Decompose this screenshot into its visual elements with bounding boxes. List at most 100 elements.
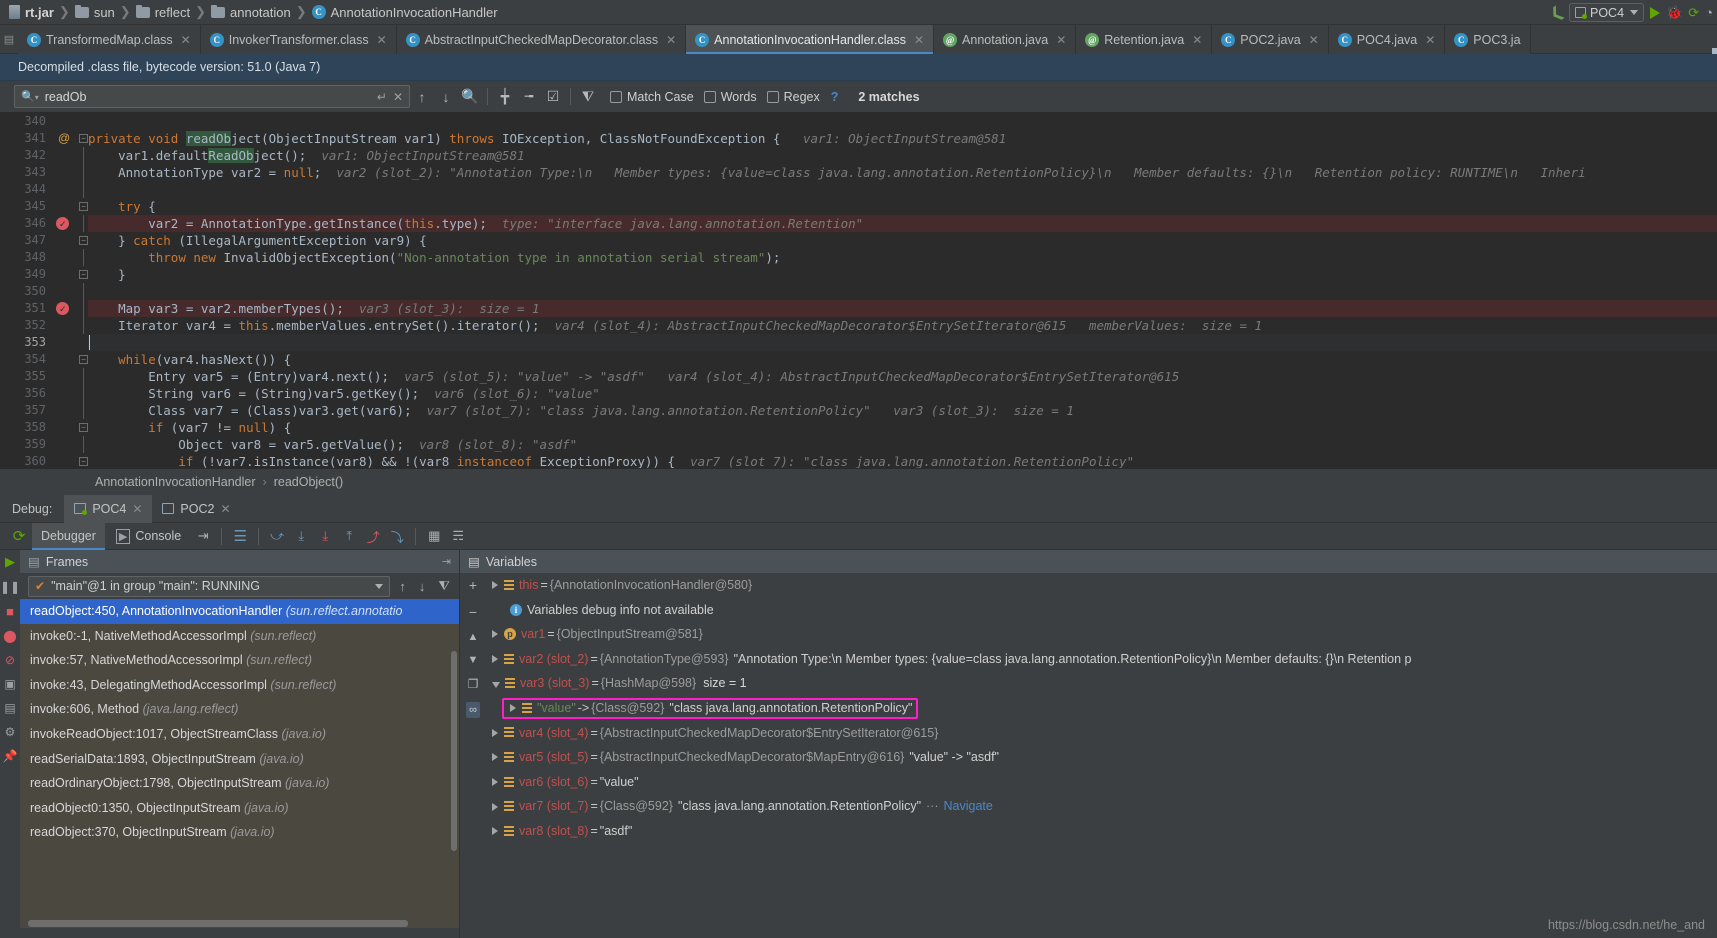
help-icon[interactable]: ? (831, 90, 839, 104)
variable-row-value-entry[interactable]: "value" -> {Class@592} "class java.lang.… (486, 696, 1717, 721)
settings-gear-icon[interactable]: ⚙ (5, 725, 16, 739)
words-checkbox[interactable] (703, 90, 716, 103)
evaluate-icon[interactable]: ▦ (423, 525, 445, 547)
remove-line-icon[interactable]: ╼ (517, 85, 541, 109)
fold-icon[interactable]: − (79, 423, 88, 432)
variable-row-var6[interactable]: var6 (slot_6) = "value" (486, 770, 1717, 795)
pin-tab-icon[interactable]: ⇥ (192, 525, 214, 547)
add-watch-icon[interactable]: + (469, 577, 477, 593)
match-case-checkbox[interactable] (610, 90, 622, 103)
pin-icon[interactable]: 📌 (3, 749, 18, 763)
variable-row-var7[interactable]: var7 (slot_7) = {Class@592} "class java.… (486, 794, 1717, 819)
run-configuration-selector[interactable]: POC4 (1569, 3, 1645, 22)
expand-arrow-icon[interactable] (510, 704, 516, 713)
rerun-icon[interactable]: ⟳ (8, 525, 30, 547)
debug-session-poc2[interactable]: POC2 ✕ (152, 495, 240, 523)
variable-row-this[interactable]: this = {AnnotationInvocationHandler@580} (486, 573, 1717, 598)
prev-match-icon[interactable]: ↑ (410, 85, 434, 109)
force-step-into-icon[interactable]: ⤓ (314, 525, 336, 547)
fold-icon[interactable]: − (79, 134, 88, 143)
breadcrumb-item-class[interactable]: C AnnotationInvocationHandler (309, 1, 501, 23)
regex-checkbox[interactable] (766, 90, 779, 103)
navigate-link[interactable]: Navigate (944, 794, 993, 819)
search-again-icon[interactable]: 🔍 (458, 85, 482, 109)
debug-icon[interactable]: 🐞 (1666, 5, 1682, 21)
clock-icon[interactable]: ◔ (1705, 6, 1713, 19)
variables-tree[interactable]: this = {AnnotationInvocationHandler@580}… (486, 573, 1717, 938)
select-all-occurrences-icon[interactable]: ☑ (541, 85, 565, 109)
move-up-icon[interactable]: ▲ (468, 631, 479, 643)
filter-icon[interactable]: ⧨ (434, 578, 454, 594)
breakpoint-icon[interactable] (56, 301, 69, 318)
enter-icon[interactable]: ↵ (377, 90, 387, 104)
close-icon[interactable]: ✕ (1056, 33, 1066, 47)
frame-up-icon[interactable]: ↑ (395, 579, 410, 594)
code-editor[interactable]: 340 341 @ − private void readObject(Obje… (0, 113, 1717, 468)
tab-annotation-java[interactable]: @ Annotation.java ✕ (934, 25, 1717, 54)
tab-poc4-java[interactable]: C POC4.java ✕ (1328, 25, 1446, 54)
breadcrumb-item-sun[interactable]: sun (72, 1, 118, 23)
watch-icon[interactable]: ∞ (466, 702, 480, 718)
frame-item[interactable]: readSerialData:1893, ObjectInputStream (… (20, 747, 459, 772)
tab-transformedmap[interactable]: C TransformedMap.class ✕ (18, 25, 1717, 54)
frame-down-icon[interactable]: ↓ (415, 579, 430, 594)
fold-icon[interactable]: − (79, 355, 88, 364)
run-to-cursor-icon[interactable]: ⤵ (386, 525, 408, 547)
close-icon[interactable]: ✕ (1425, 33, 1435, 47)
frame-item[interactable]: invokeReadObject:1017, ObjectStreamClass… (20, 722, 459, 747)
frame-item[interactable]: invoke:606, Method (java.lang.reflect) (20, 697, 459, 722)
frames-settings-icon[interactable]: ⇥ (442, 555, 451, 568)
breadcrumb-item-reflect[interactable]: reflect (133, 1, 193, 23)
variable-row-var2[interactable]: var2 (slot_2) = {AnnotationType@593} "An… (486, 647, 1717, 672)
step-out-icon[interactable]: ⤒ (338, 525, 360, 547)
mute-breakpoints-icon[interactable]: ⊘ (5, 653, 15, 667)
tab-console[interactable]: ▶ Console (107, 523, 190, 550)
tab-annotationinvocationhandler[interactable]: C AnnotationInvocationHandler.class ✕ (686, 25, 1717, 54)
annotation-gutter-icon[interactable]: @ (58, 130, 70, 147)
step-into-icon[interactable]: ⤓ (290, 525, 312, 547)
resume-icon[interactable]: ▶ (5, 554, 15, 570)
close-icon[interactable]: ✕ (220, 502, 230, 516)
tab-poc3-java[interactable]: C POC3.ja (1445, 25, 1531, 54)
thread-selector[interactable]: ✔ "main"@1 in group "main": RUNNING (28, 575, 391, 597)
words-option[interactable]: Words (703, 90, 757, 104)
debug-session-poc4[interactable]: POC4 ✕ (64, 494, 153, 523)
editor-breadcrumb-class[interactable]: AnnotationInvocationHandler (95, 475, 256, 489)
settings-icon[interactable]: ☴ (447, 525, 469, 547)
collapse-arrow-icon[interactable] (492, 681, 500, 688)
expand-arrow-icon[interactable] (492, 827, 498, 836)
tab-invokertransformer[interactable]: C InvokerTransformer.class ✕ (200, 25, 1717, 54)
variable-row-var8[interactable]: var8 (slot_8) = "asdf" (486, 819, 1717, 844)
frame-list[interactable]: readObject:450, AnnotationInvocationHand… (20, 599, 459, 928)
expand-arrow-icon[interactable] (492, 581, 498, 590)
close-icon[interactable]: ✕ (666, 33, 676, 47)
move-down-icon[interactable]: ▼ (468, 654, 479, 666)
remove-watch-icon[interactable]: − (469, 604, 477, 620)
frame-item[interactable]: readObject:370, ObjectInputStream (java.… (20, 820, 459, 845)
close-icon[interactable]: ✕ (1309, 33, 1319, 47)
variable-row-var3[interactable]: var3 (slot_3) = {HashMap@598} size = 1 (486, 671, 1717, 696)
frame-item[interactable]: readOrdinaryObject:1798, ObjectInputStre… (20, 771, 459, 796)
close-icon[interactable]: ✕ (1192, 33, 1202, 47)
fold-icon[interactable]: − (79, 270, 88, 279)
fold-icon[interactable]: − (79, 457, 88, 466)
search-input[interactable]: 🔍▾ readOb ↵ ✕ (14, 85, 410, 108)
stop-icon[interactable]: ■ (6, 604, 14, 619)
tab-poc2-java[interactable]: C POC2.java ✕ (1212, 25, 1329, 54)
view-breakpoints-icon[interactable]: ⬤ (3, 629, 16, 643)
add-line-icon[interactable]: ╈ (493, 85, 517, 109)
filter-icon[interactable]: ⧨ (576, 85, 600, 109)
fold-icon[interactable]: − (79, 236, 88, 245)
frame-item[interactable]: readObject:450, AnnotationInvocationHand… (20, 599, 459, 624)
tab-debugger[interactable]: Debugger (32, 522, 105, 550)
back-arrow-icon[interactable]: ❮ (1546, 2, 1567, 23)
editor-breadcrumb-method[interactable]: readObject() (274, 475, 343, 489)
layout-icon[interactable]: ☰ (229, 525, 251, 547)
frames-horizontal-scrollbar[interactable] (28, 920, 408, 927)
frame-item[interactable]: invoke0:-1, NativeMethodAccessorImpl (su… (20, 624, 459, 649)
fold-icon[interactable]: − (79, 202, 88, 211)
tab-abstractinputcheckedmapdecorator[interactable]: C AbstractInputCheckedMapDecorator.class… (396, 25, 1717, 54)
layout-settings-icon[interactable]: ▤ (4, 701, 15, 715)
run-icon[interactable] (1650, 6, 1661, 19)
variable-row-var1[interactable]: p var1 = {ObjectInputStream@581} (486, 622, 1717, 647)
